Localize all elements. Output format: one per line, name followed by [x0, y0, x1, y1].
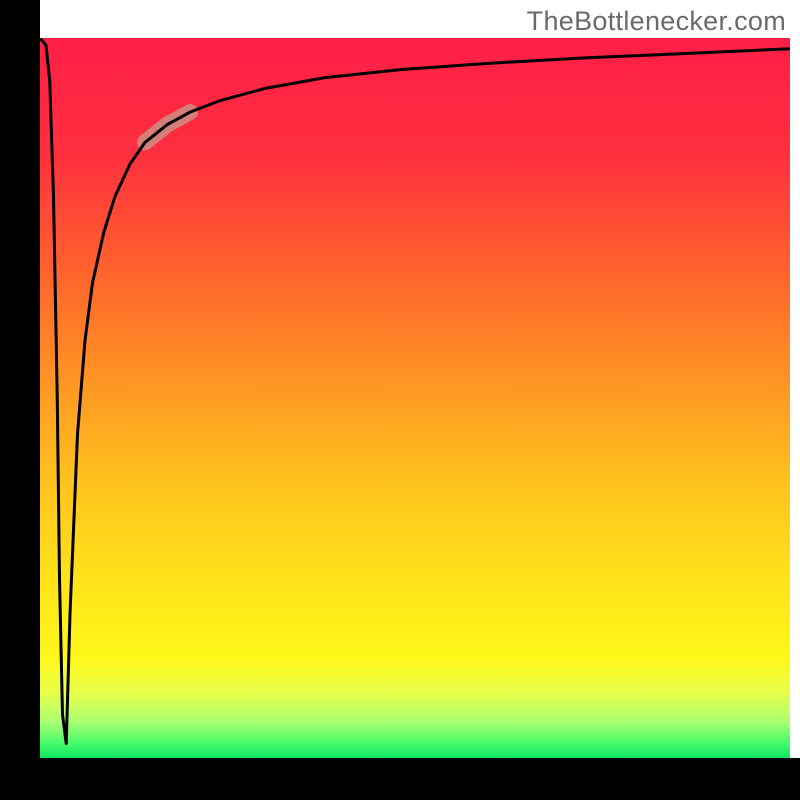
- axis-corner: [0, 0, 40, 38]
- watermark-text: TheBottlenecker.com: [527, 6, 786, 37]
- chart-stage: TheBottlenecker.com: [0, 0, 800, 800]
- plot-area: [40, 38, 790, 758]
- axis-left-band: [0, 0, 40, 758]
- curve-svg: [40, 38, 790, 758]
- axis-bottom-band: [0, 758, 800, 800]
